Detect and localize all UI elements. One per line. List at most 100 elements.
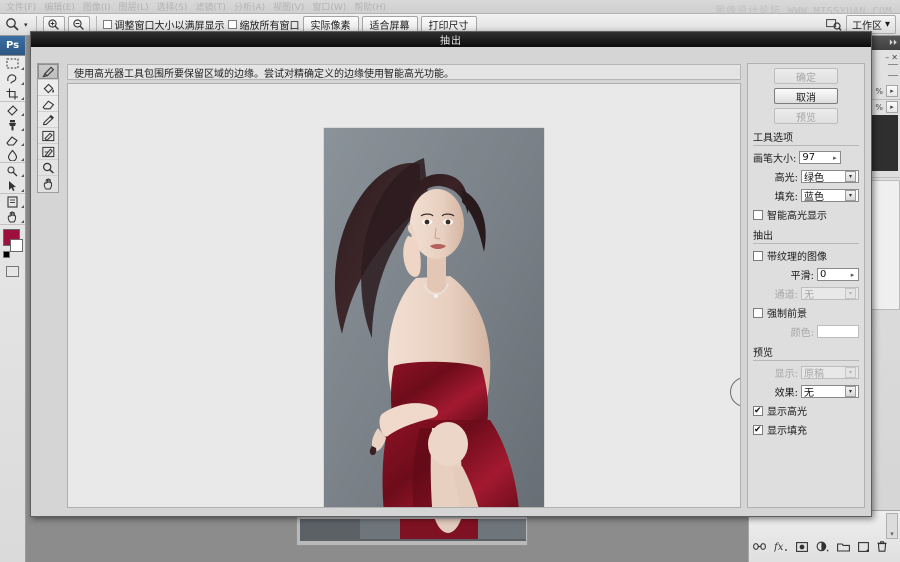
force-foreground-color-swatch[interactable] xyxy=(817,325,859,338)
new-layer-icon[interactable] xyxy=(858,541,869,552)
highlight-select[interactable]: 绿色 ▾ xyxy=(801,170,859,184)
highlighter-tool-icon[interactable] xyxy=(38,64,58,80)
smooth-stepper-arrow[interactable]: ▸ xyxy=(848,269,857,280)
panel-expand-button-1[interactable]: ▸ xyxy=(886,85,898,97)
menu-item-edit[interactable]: 编辑(E) xyxy=(40,0,79,13)
menu-item-analysis[interactable]: 分析(A) xyxy=(230,0,269,13)
force-foreground-checkbox-row[interactable]: 强制前景 xyxy=(753,305,859,320)
edge-touchup-tool-icon[interactable] xyxy=(38,144,58,160)
crop-tool-icon[interactable] xyxy=(0,86,25,101)
hand-flyout-triangle[interactable] xyxy=(21,220,24,223)
ok-button[interactable]: 确定 xyxy=(774,68,838,84)
clone-stamp-tool-icon[interactable] xyxy=(0,117,25,132)
show-highlight-checkbox-row[interactable]: 显示高光 xyxy=(753,403,859,418)
default-colors-icon[interactable] xyxy=(3,251,10,258)
panel-expand-button-2[interactable]: ▸ xyxy=(886,101,898,113)
eraser-flyout-triangle[interactable] xyxy=(21,143,24,146)
marquee-flyout-triangle[interactable] xyxy=(21,67,24,70)
adjustment-layer-icon[interactable] xyxy=(816,541,829,552)
color-swatches[interactable] xyxy=(3,229,23,263)
healing-flyout-triangle[interactable] xyxy=(21,113,24,116)
zoom-tool-icon[interactable] xyxy=(38,160,58,176)
brush-size-stepper-arrow[interactable]: ▸ xyxy=(830,152,839,163)
checkbox-zoom-all-windows-box[interactable] xyxy=(227,20,237,29)
show-highlight-checkbox[interactable] xyxy=(753,405,763,417)
checkbox-zoom-all-windows[interactable]: 缩放所有窗口 xyxy=(227,17,300,32)
chevron-down-icon[interactable]: ▾ xyxy=(845,386,856,397)
menu-item-layer[interactable]: 图层(L) xyxy=(115,0,153,13)
force-foreground-checkbox[interactable] xyxy=(753,307,763,318)
layer-mask-icon[interactable] xyxy=(796,541,808,552)
layers-scrollbar[interactable]: ▾ xyxy=(886,513,898,539)
menu-item-filter[interactable]: 滤镜(T) xyxy=(191,0,230,13)
menu-item-select[interactable]: 选择(S) xyxy=(153,0,192,13)
channel-value: 无 xyxy=(804,290,814,301)
healing-brush-tool-icon[interactable] xyxy=(0,102,25,117)
eraser-tool-icon[interactable] xyxy=(38,96,58,112)
percent-icon-2: % xyxy=(875,102,883,112)
quick-mask-icon[interactable] xyxy=(6,266,19,277)
eraser-tool-icon[interactable] xyxy=(0,132,25,147)
menu-item-window[interactable]: 窗口(W) xyxy=(308,0,350,13)
effect-row: 效果: 无 ▾ xyxy=(753,384,859,399)
chevron-down-icon[interactable]: ▾ xyxy=(845,190,856,201)
notes-flyout-triangle[interactable] xyxy=(21,205,24,208)
menu-item-help[interactable]: 帮助(H) xyxy=(350,0,390,13)
fill-select[interactable]: 蓝色 ▾ xyxy=(801,189,859,203)
close-icon[interactable]: ✕ xyxy=(891,53,898,62)
link-layers-icon[interactable] xyxy=(753,542,766,551)
hand-tool-icon[interactable] xyxy=(0,209,25,224)
effect-select[interactable]: 无 ▾ xyxy=(801,385,859,399)
dock-collapse-button[interactable]: ⏵⏵ xyxy=(869,36,900,50)
checkbox-resize-windows[interactable]: 调整窗口大小以满屏显示 xyxy=(102,17,225,32)
chevron-down-icon[interactable]: ▾ xyxy=(845,367,856,378)
dodge-tool-icon[interactable] xyxy=(0,163,25,178)
smart-highlight-checkbox-row[interactable]: 智能高光显示 xyxy=(753,207,859,222)
lasso-flyout-triangle[interactable] xyxy=(21,82,24,85)
blur-flyout-triangle[interactable] xyxy=(21,158,24,161)
zoom-icon[interactable] xyxy=(4,16,21,33)
cleanup-tool-icon[interactable] xyxy=(38,128,58,144)
layer-style-fx-icon[interactable]: fx xyxy=(774,541,788,552)
cancel-button[interactable]: 取消 xyxy=(774,88,838,104)
background-color-swatch[interactable] xyxy=(10,239,23,252)
chevron-down-icon[interactable]: ▾ xyxy=(845,288,856,299)
show-fill-checkbox[interactable] xyxy=(753,424,763,436)
menu-item-file[interactable]: 文件(F) xyxy=(2,0,40,13)
document-window[interactable] xyxy=(296,516,528,546)
tool-preset-caret[interactable]: ▾ xyxy=(24,21,28,29)
show-fill-checkbox-row[interactable]: 显示填充 xyxy=(753,422,859,437)
panel-menu-icon-2[interactable] xyxy=(871,75,898,84)
document-thumbnail xyxy=(360,519,526,539)
extract-dialog-body: 使用高光器工具包围所要保留区域的边缘。尝试对精确定义的边缘使用智能高光功能。 确… xyxy=(31,47,871,516)
clone-flyout-triangle[interactable] xyxy=(21,128,24,131)
marquee-tool-icon[interactable] xyxy=(0,56,25,71)
preview-button[interactable]: 预览 xyxy=(774,108,838,124)
delete-layer-icon[interactable] xyxy=(877,541,887,552)
dodge-flyout-triangle[interactable] xyxy=(21,174,24,177)
crop-flyout-triangle[interactable] xyxy=(21,97,24,100)
checkbox-resize-windows-box[interactable] xyxy=(102,20,112,29)
fill-tool-icon[interactable] xyxy=(38,80,58,96)
channel-select[interactable]: 无 ▾ xyxy=(801,287,859,301)
textured-image-checkbox[interactable] xyxy=(753,250,763,261)
path-selection-tool-icon[interactable] xyxy=(0,178,25,193)
path-flyout-triangle[interactable] xyxy=(21,189,24,192)
extract-preview-canvas[interactable] xyxy=(67,83,741,508)
new-group-icon[interactable] xyxy=(837,542,850,552)
smart-highlight-checkbox[interactable] xyxy=(753,209,763,220)
show-select[interactable]: 原稿 ▾ xyxy=(801,366,859,380)
smooth-input[interactable]: 0 ▸ xyxy=(817,268,859,281)
menu-item-view[interactable]: 视图(V) xyxy=(269,0,308,13)
blur-tool-icon[interactable] xyxy=(0,147,25,162)
menu-item-image[interactable]: 图像(I) xyxy=(79,0,115,13)
panel-menu-icon-1[interactable] xyxy=(871,64,898,73)
lasso-tool-icon[interactable] xyxy=(0,71,25,86)
chevron-down-icon[interactable]: ▾ xyxy=(845,171,856,182)
textured-image-checkbox-row[interactable]: 带纹理的图像 xyxy=(753,248,859,263)
notes-tool-icon[interactable] xyxy=(0,194,25,209)
eyedropper-tool-icon[interactable] xyxy=(38,112,58,128)
panel-minimize-icon[interactable]: – xyxy=(885,53,889,62)
hand-tool-icon[interactable] xyxy=(38,176,58,192)
brush-size-input[interactable]: 97 ▸ xyxy=(799,151,842,164)
